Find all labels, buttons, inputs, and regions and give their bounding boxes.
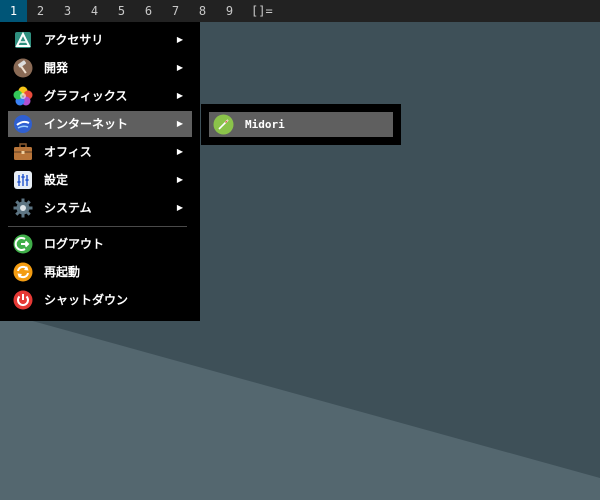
menu-item-internet[interactable]: インターネット ▶ (8, 111, 192, 137)
menu-item-label: ログアウト (44, 237, 105, 251)
reboot-icon (13, 262, 33, 282)
menu-item-label: システム (44, 201, 92, 215)
graphics-icon (13, 86, 33, 106)
office-briefcase-icon (13, 142, 33, 162)
application-menu: アクセサリ ▶ 開発 ▶ グラフィックス ▶ インターネット ▶ オフィス ▶ … (0, 22, 200, 321)
submenu-arrow-icon: ▶ (176, 35, 183, 44)
workspace-tag-8[interactable]: 8 (189, 0, 216, 22)
menu-item-development[interactable]: 開発 ▶ (8, 55, 192, 81)
submenu-arrow-icon: ▶ (176, 175, 183, 184)
development-hammer-icon (13, 58, 33, 78)
settings-icon (13, 170, 33, 190)
workspace-tag-1[interactable]: 1 (0, 0, 27, 22)
menu-item-label: グラフィックス (44, 89, 128, 103)
shutdown-icon (13, 290, 33, 310)
menu-item-reboot[interactable]: 再起動 (8, 259, 192, 285)
submenu-arrow-icon: ▶ (176, 91, 183, 100)
internet-submenu: Midori (201, 104, 401, 145)
submenu-arrow-icon: ▶ (176, 63, 183, 72)
logout-icon (13, 234, 33, 254)
menu-item-label: インターネット (44, 117, 129, 131)
layout-indicator[interactable]: []= (243, 0, 273, 22)
menu-item-label: アクセサリ (44, 33, 104, 47)
workspace-tag-5[interactable]: 5 (108, 0, 135, 22)
top-bar: 1 2 3 4 5 6 7 8 9 []= (0, 0, 600, 22)
midori-browser-icon (213, 114, 234, 135)
menu-item-logout[interactable]: ログアウト (8, 231, 192, 257)
workspace-tag-6[interactable]: 6 (135, 0, 162, 22)
submenu-item-midori[interactable]: Midori (209, 112, 393, 137)
menu-item-settings[interactable]: 設定 ▶ (8, 167, 192, 193)
menu-item-label: 設定 (44, 173, 69, 187)
menu-item-label: シャットダウン (44, 293, 129, 307)
internet-globe-icon (13, 114, 33, 134)
menu-separator (8, 226, 187, 227)
workspace-tag-7[interactable]: 7 (162, 0, 189, 22)
menu-item-accessories[interactable]: アクセサリ ▶ (8, 27, 192, 53)
workspace-tag-4[interactable]: 4 (81, 0, 108, 22)
system-gear-icon (13, 198, 33, 218)
workspace-tag-2[interactable]: 2 (27, 0, 54, 22)
menu-item-shutdown[interactable]: シャットダウン (8, 287, 192, 313)
menu-item-label: 再起動 (44, 265, 81, 279)
submenu-arrow-icon: ▶ (176, 147, 183, 156)
workspace-tag-3[interactable]: 3 (54, 0, 81, 22)
menu-item-label: 開発 (44, 61, 69, 75)
menu-item-label: オフィス (44, 145, 92, 159)
workspace-tag-9[interactable]: 9 (216, 0, 243, 22)
submenu-item-label: Midori (245, 118, 285, 131)
menu-item-office[interactable]: オフィス ▶ (8, 139, 192, 165)
menu-item-system[interactable]: システム ▶ (8, 195, 192, 221)
submenu-arrow-icon: ▶ (176, 203, 183, 212)
accessories-icon (13, 30, 33, 50)
menu-item-graphics[interactable]: グラフィックス ▶ (8, 83, 192, 109)
submenu-arrow-icon: ▶ (176, 119, 183, 128)
